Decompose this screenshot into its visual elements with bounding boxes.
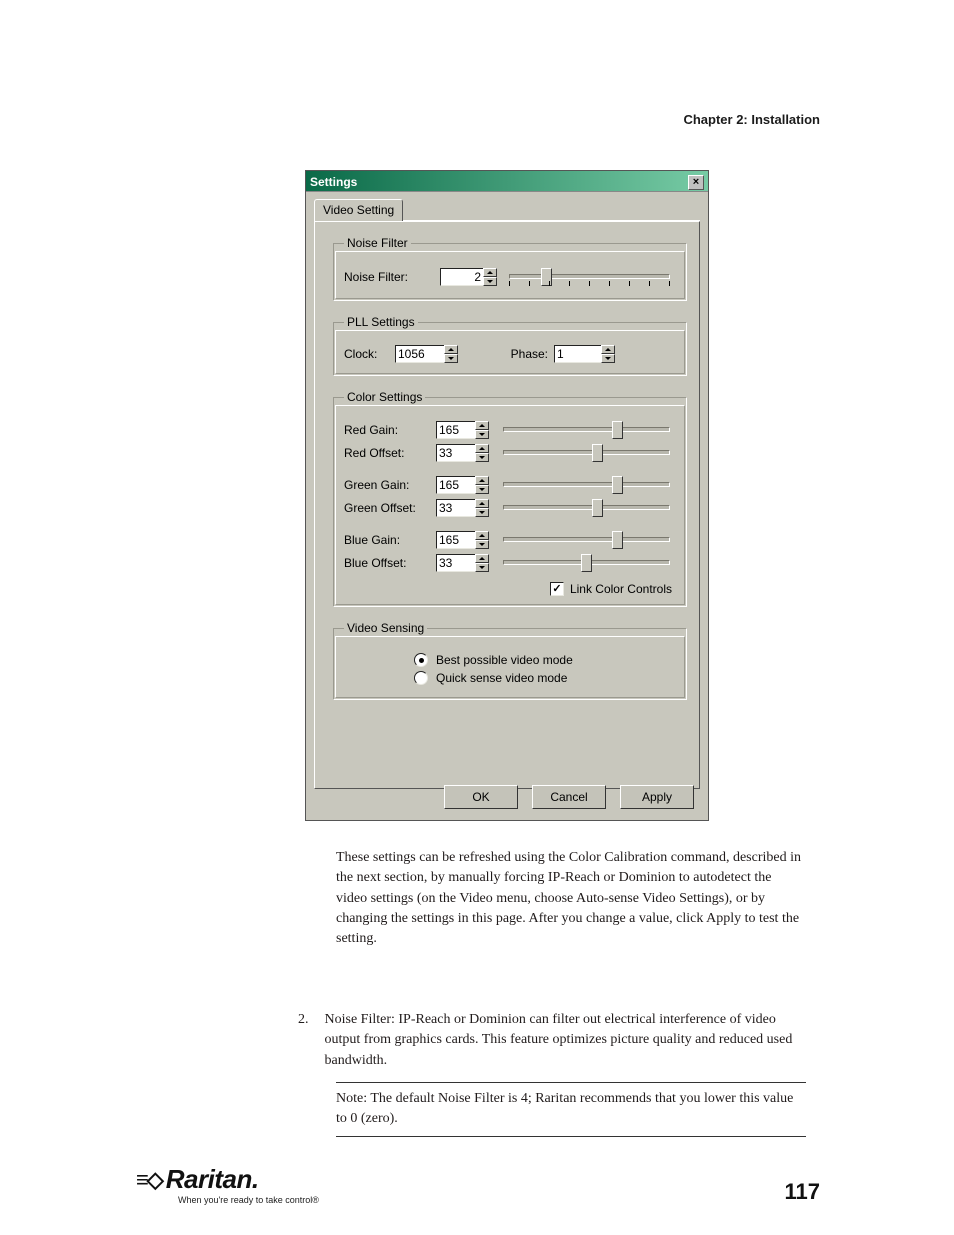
color-label: Red Offset: <box>344 446 436 460</box>
brand-name: Raritan. <box>166 1164 259 1195</box>
spin-up-icon[interactable] <box>475 499 489 508</box>
color-row: Green Gain: <box>344 474 676 496</box>
spin-down-icon[interactable] <box>475 453 489 462</box>
slider-thumb[interactable] <box>612 421 623 439</box>
spin-down-icon[interactable] <box>475 563 489 572</box>
noise-filter-slider[interactable] <box>503 266 676 288</box>
slider-thumb[interactable] <box>612 476 623 494</box>
color-slider[interactable] <box>497 419 676 441</box>
slider-thumb[interactable] <box>612 531 623 549</box>
close-icon[interactable]: × <box>688 175 704 190</box>
brand-tagline: When you're ready to take control® <box>178 1195 346 1205</box>
phase-spin-up-icon[interactable] <box>601 345 615 354</box>
slider-ticks <box>509 281 670 287</box>
pll-settings-group: PLL Settings Clock: Phase: <box>333 315 687 376</box>
color-slider[interactable] <box>497 474 676 496</box>
spin-up-icon[interactable] <box>475 476 489 485</box>
slider-thumb[interactable] <box>581 554 592 572</box>
radio-best-mode-label: Best possible video mode <box>436 653 573 667</box>
spin-down-icon[interactable] <box>475 430 489 439</box>
color-label: Blue Offset: <box>344 556 436 570</box>
color-input[interactable] <box>436 444 476 462</box>
list-number: 2. <box>298 1010 309 1071</box>
cancel-button[interactable]: Cancel <box>532 785 606 809</box>
slider-thumb[interactable] <box>592 444 603 462</box>
color-input[interactable] <box>436 476 476 494</box>
color-label: Blue Gain: <box>344 533 436 547</box>
spin-down-icon[interactable] <box>475 508 489 517</box>
numbered-item-2: 2. Noise Filter: IP-Reach or Dominion ca… <box>298 1010 808 1071</box>
color-slider[interactable] <box>497 497 676 519</box>
color-slider[interactable] <box>497 552 676 574</box>
spin-up-icon[interactable] <box>475 421 489 430</box>
phase-spin-down-icon[interactable] <box>601 354 615 363</box>
clock-spin-up-icon[interactable] <box>444 345 458 354</box>
color-legend: Color Settings <box>344 390 425 404</box>
footer-logo: ≡◇ Raritan. When you're ready to take co… <box>136 1164 346 1205</box>
noise-filter-legend: Noise Filter <box>344 236 411 250</box>
spin-down-icon[interactable] <box>475 485 489 494</box>
spin-up-icon[interactable] <box>475 531 489 540</box>
note-box: Note: The default Noise Filter is 4; Rar… <box>336 1082 806 1137</box>
color-row: Blue Gain: <box>344 529 676 551</box>
clock-input[interactable] <box>395 345 445 363</box>
color-row: Blue Offset: <box>344 552 676 574</box>
color-label: Red Gain: <box>344 423 436 437</box>
clock-spin-down-icon[interactable] <box>444 354 458 363</box>
color-slider[interactable] <box>497 529 676 551</box>
noise-filter-label: Noise Filter: <box>344 270 434 284</box>
slider-thumb[interactable] <box>592 499 603 517</box>
color-row: Green Offset: <box>344 497 676 519</box>
video-sensing-legend: Video Sensing <box>344 621 427 635</box>
settings-dialog: Settings × Video Setting Noise Filter No… <box>305 170 709 821</box>
color-row: Red Offset: <box>344 442 676 464</box>
link-color-checkbox[interactable]: ✓ <box>550 582 564 596</box>
tab-panel: Noise Filter Noise Filter: <box>314 221 700 789</box>
noise-filter-group: Noise Filter Noise Filter: <box>333 236 687 301</box>
spin-up-icon[interactable] <box>475 444 489 453</box>
spin-down-icon[interactable] <box>475 540 489 549</box>
color-row: Red Gain: <box>344 419 676 441</box>
page-number: 117 <box>785 1179 821 1205</box>
color-settings-group: Color Settings Red Gain: Red Offset: Green… <box>333 390 687 607</box>
color-input[interactable] <box>436 554 476 572</box>
video-sensing-group: Video Sensing Best possible video mode Q… <box>333 621 687 700</box>
noise-filter-spin-up-icon[interactable] <box>483 268 497 277</box>
color-label: Green Gain: <box>344 478 436 492</box>
color-slider[interactable] <box>497 442 676 464</box>
dialog-title: Settings <box>310 175 357 189</box>
radio-quick-mode-label: Quick sense video mode <box>436 671 567 685</box>
tab-strip: Video Setting <box>314 198 700 221</box>
logo-icon: ≡◇ <box>136 1167 162 1193</box>
phase-label: Phase: <box>488 347 548 361</box>
noise-filter-input[interactable] <box>440 268 484 286</box>
titlebar: Settings × <box>306 171 708 192</box>
color-label: Green Offset: <box>344 501 436 515</box>
tab-video-setting[interactable]: Video Setting <box>314 199 403 221</box>
radio-best-mode[interactable] <box>414 653 428 667</box>
pll-legend: PLL Settings <box>344 315 418 329</box>
color-input[interactable] <box>436 421 476 439</box>
clock-label: Clock: <box>344 347 389 361</box>
spin-up-icon[interactable] <box>475 554 489 563</box>
apply-button[interactable]: Apply <box>620 785 694 809</box>
chapter-header: Chapter 2: Installation <box>683 112 820 127</box>
ok-button[interactable]: OK <box>444 785 518 809</box>
phase-input[interactable] <box>554 345 602 363</box>
list-text: Noise Filter: IP-Reach or Dominion can f… <box>325 1010 809 1071</box>
noise-filter-spin-down-icon[interactable] <box>483 277 497 286</box>
color-input[interactable] <box>436 531 476 549</box>
body-paragraph: These settings can be refreshed using th… <box>336 848 806 949</box>
color-input[interactable] <box>436 499 476 517</box>
radio-quick-mode[interactable] <box>414 671 428 685</box>
link-color-label: Link Color Controls <box>570 582 672 596</box>
